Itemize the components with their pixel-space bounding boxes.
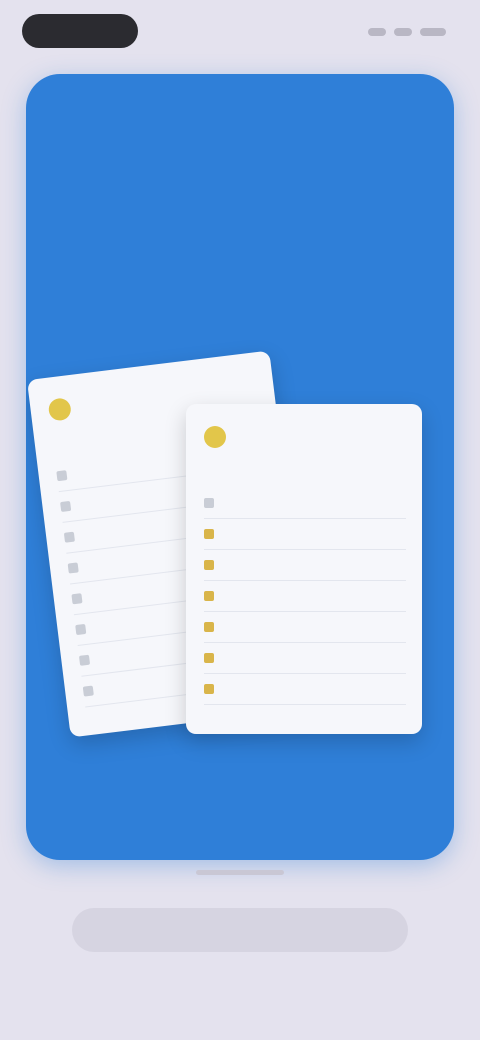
document-lines — [204, 488, 406, 705]
document-line — [204, 581, 406, 612]
status-bar — [0, 0, 480, 62]
document-line — [204, 674, 406, 705]
bullet-icon — [204, 684, 214, 694]
document-preview-front — [186, 404, 422, 734]
document-line — [204, 550, 406, 581]
document-line — [204, 488, 406, 519]
document-line — [204, 519, 406, 550]
document-logo-icon — [204, 426, 226, 448]
bullet-icon — [63, 531, 75, 543]
bullet-icon — [204, 653, 214, 663]
signal-icon — [368, 28, 386, 36]
status-icons — [346, 26, 446, 38]
battery-icon — [420, 28, 446, 36]
bullet-icon — [75, 623, 87, 636]
bullet-icon — [60, 500, 72, 513]
bullet-icon — [204, 591, 214, 601]
bullet-icon — [78, 654, 91, 666]
continue-button[interactable] — [72, 908, 408, 952]
document-logo-icon — [47, 397, 73, 422]
page-indicator — [196, 870, 284, 875]
document-header — [47, 396, 80, 422]
bullet-icon — [204, 529, 214, 539]
bullet-icon — [71, 593, 83, 605]
bullet-icon — [204, 498, 214, 508]
onboarding-card — [26, 74, 454, 860]
bullet-icon — [204, 622, 214, 632]
bullet-icon — [82, 685, 94, 697]
dynamic-island — [22, 14, 138, 48]
wifi-icon — [394, 28, 412, 36]
bullet-icon — [56, 470, 68, 482]
document-header — [204, 426, 234, 448]
bullet-icon — [67, 562, 79, 574]
bullet-icon — [204, 560, 214, 570]
document-line — [204, 643, 406, 674]
document-line — [204, 612, 406, 643]
